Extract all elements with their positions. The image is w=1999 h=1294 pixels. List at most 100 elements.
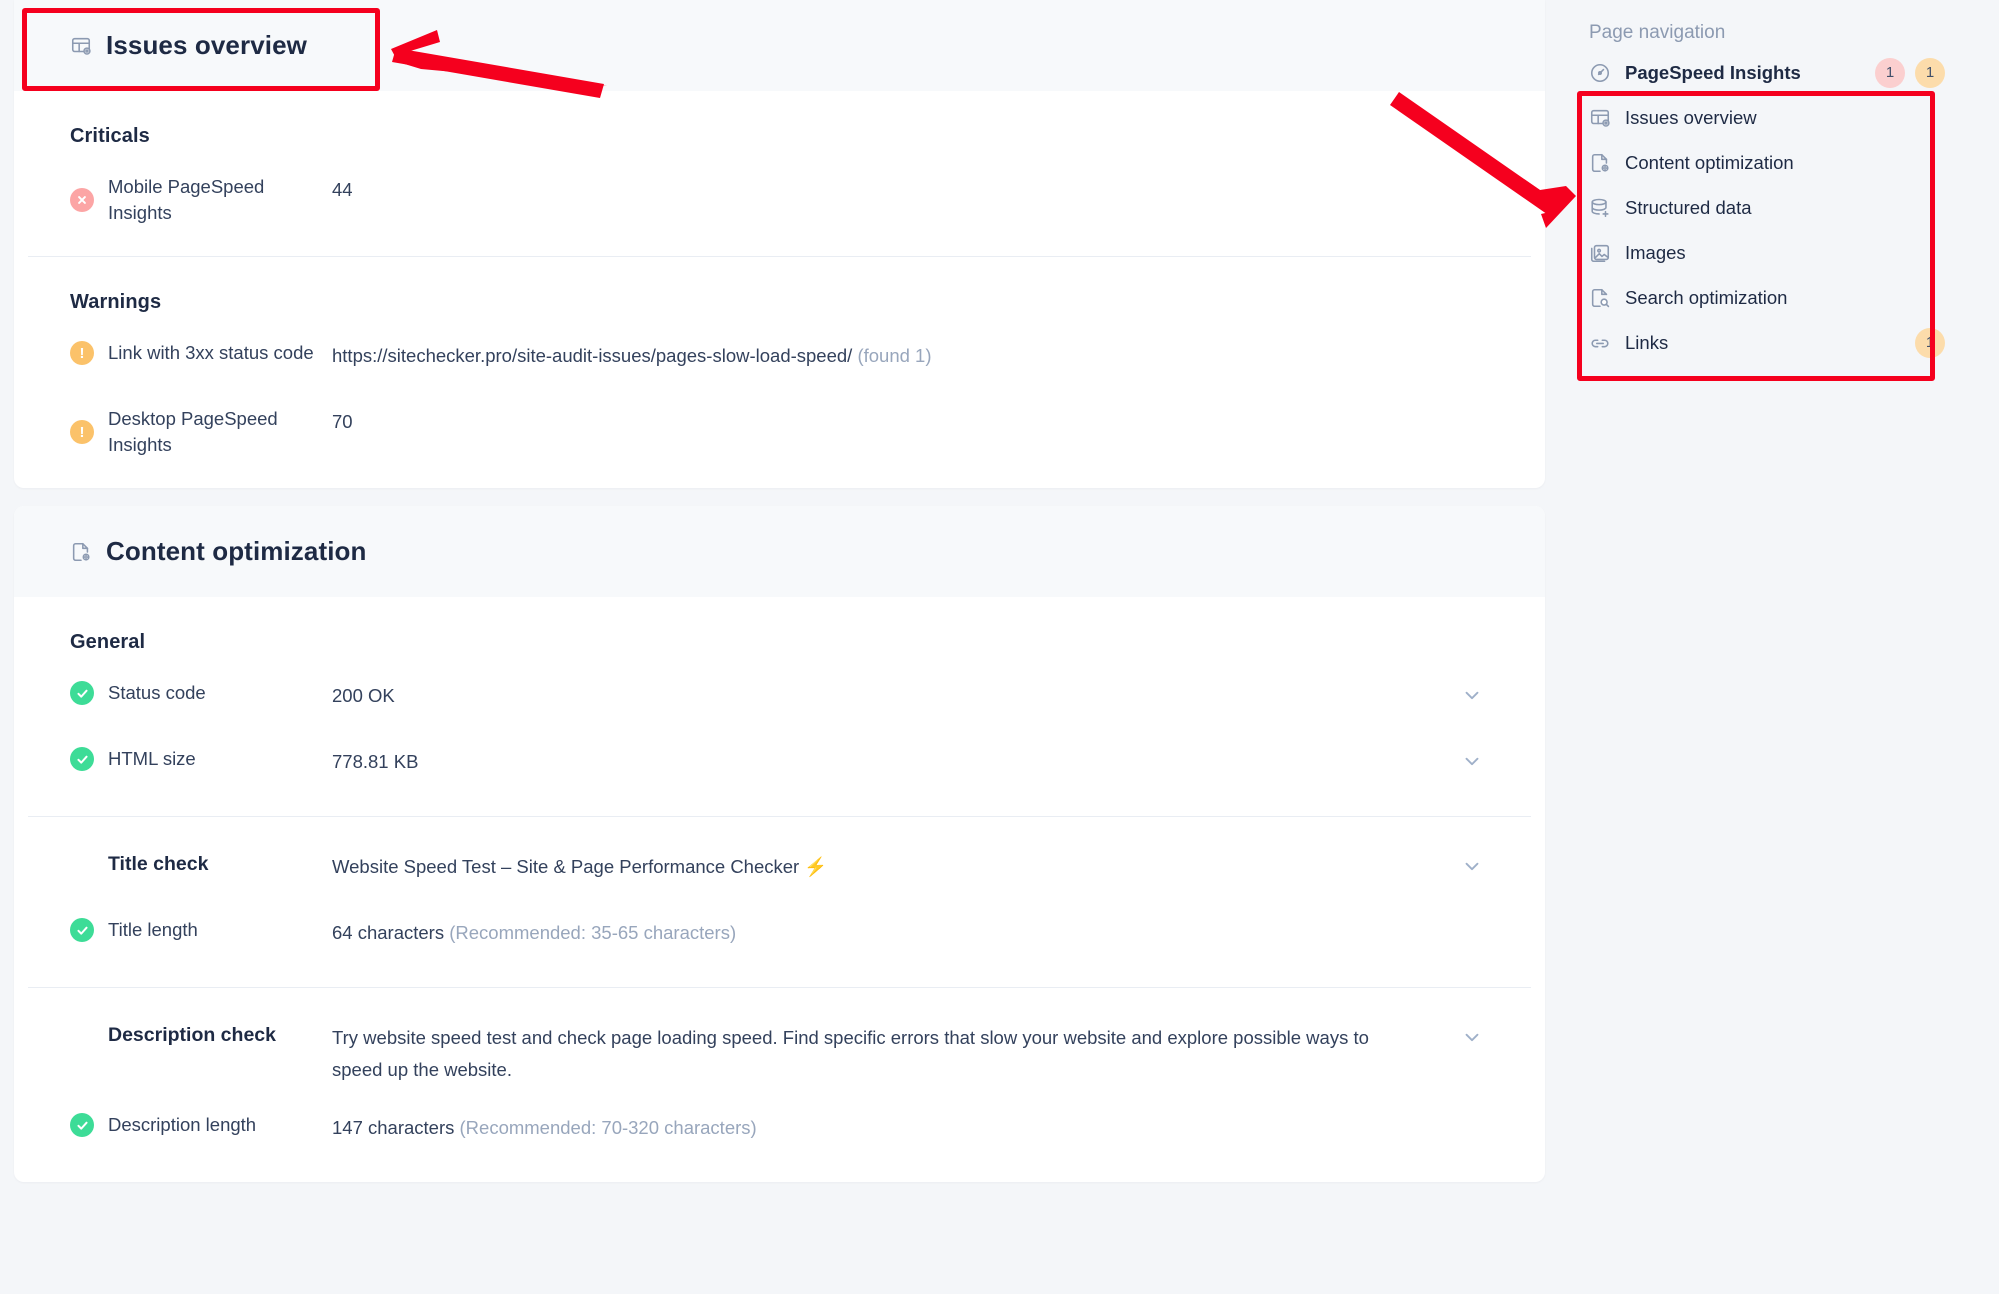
audit-report-page: Issues overview Criticals Mobile PageSpeed… (0, 0, 1999, 1294)
check-row-label-wrap: Title check (70, 851, 332, 877)
check-row-label-wrap: Description length (70, 1112, 332, 1138)
check-row: Description length 147 characters (Recomm… (70, 1112, 1489, 1152)
check-row-value: 64 characters (332, 922, 445, 943)
group-title: General (70, 631, 146, 653)
check-row: ! Desktop PageSpeed Insights 70 (70, 406, 1489, 458)
section-title: Content optimization (106, 536, 367, 566)
sidebar-item-links[interactable]: Links 1 (1583, 320, 1959, 365)
check-row-value-wrap: 147 characters (Recommended: 70-320 char… (332, 1112, 1489, 1144)
issues-overview-icon (70, 35, 92, 57)
check-row-label-wrap: Mobile PageSpeed Insights (70, 174, 332, 226)
page-navigation-sidebar: Page navigation PageSpeed Insights 1 1 Issu… (1559, 0, 1999, 1294)
check-row-value-wrap: 44 (332, 174, 1489, 206)
check-row-value: 200 OK (332, 685, 395, 706)
check-row-value-wrap: 64 characters (Recommended: 35-65 charac… (332, 917, 1489, 949)
section-group: General Status code 200 OK HTML size 778.81 … (14, 597, 1545, 816)
check-row-value: 147 characters (332, 1117, 455, 1138)
critical-status-icon (70, 188, 94, 212)
check-row-label-wrap: ! Desktop PageSpeed Insights (70, 406, 332, 458)
sidebar-item-label: Content optimization (1625, 151, 1794, 173)
check-row-label-wrap: Status code (70, 680, 332, 706)
content-optimization-icon (70, 541, 92, 563)
section-header-content-optimization[interactable]: Content optimization (14, 506, 1545, 597)
no-status-icon (70, 1023, 94, 1047)
check-row-suffix: (Recommended: 35-65 characters) (449, 922, 737, 943)
chevron-down-icon[interactable] (1461, 1026, 1483, 1048)
check-row-label-wrap: Description check (70, 1022, 332, 1048)
database-icon (1589, 197, 1611, 219)
check-row-label: Desktop PageSpeed Insights (108, 408, 278, 455)
check-row-label: Status code (108, 682, 206, 703)
check-row-value: 44 (332, 179, 353, 200)
sidebar-item-badges: 1 (1915, 327, 1945, 358)
sidebar-item-issues-overview[interactable]: Issues overview (1583, 95, 1959, 140)
sidebar-item-pagespeed-insights[interactable]: PageSpeed Insights 1 1 (1583, 50, 1959, 95)
main-content-column: Issues overview Criticals Mobile PageSpeed… (0, 0, 1559, 1294)
check-row-label-wrap: Title length (70, 917, 332, 943)
ok-status-icon (70, 681, 94, 705)
check-row-suffix: (found 1) (857, 345, 932, 366)
speedometer-icon (1589, 62, 1611, 84)
sidebar-item-badges: 11 (1875, 57, 1945, 88)
sidebar-item-label: Structured data (1625, 196, 1752, 218)
check-row-label: Title length (108, 919, 198, 940)
section-group: Description check Try website speed test … (14, 988, 1545, 1182)
check-row-label-wrap: ! Link with 3xx status code (70, 340, 332, 366)
section-card-content-optimization: Content optimization General Status code 20… (14, 506, 1545, 1182)
page-navigation-title: Page navigation (1589, 22, 1726, 43)
check-row: ! Link with 3xx status code https://sitech… (70, 340, 1489, 380)
group-title: Warnings (70, 291, 162, 313)
count-badge: 1 (1875, 57, 1905, 88)
check-row: Title length 64 characters (Recommended: … (70, 917, 1489, 957)
check-row-label-wrap: HTML size (70, 746, 332, 772)
check-row-value-wrap: 778.81 KB (332, 746, 1489, 778)
check-row-value-wrap: 200 OK (332, 680, 1489, 712)
chevron-down-icon[interactable] (1461, 684, 1483, 706)
sidebar-item-images[interactable]: Images (1583, 230, 1959, 275)
ok-status-icon (70, 918, 94, 942)
sidebar-item-structured-data[interactable]: Structured data (1583, 185, 1959, 230)
check-row-link[interactable]: https://sitechecker.pro/site-audit-issue… (332, 345, 852, 366)
chevron-down-icon[interactable] (1461, 855, 1483, 877)
sidebar-item-content-optimization[interactable]: Content optimization (1583, 140, 1959, 185)
ok-status-icon (70, 747, 94, 771)
count-badge: 1 (1915, 327, 1945, 358)
section-header-issues-overview[interactable]: Issues overview (14, 0, 1545, 91)
check-row-value-wrap: 70 (332, 406, 1489, 438)
check-row: Mobile PageSpeed Insights 44 (70, 174, 1489, 226)
sidebar-item-label: Search optimization (1625, 286, 1788, 308)
check-row-label: Description length (108, 1114, 257, 1135)
warning-status-icon: ! (70, 341, 94, 365)
check-row-value: 778.81 KB (332, 751, 419, 772)
section-group: Title check Website Speed Test – Site & P… (14, 817, 1545, 987)
check-row: Title check Website Speed Test – Site & P… (70, 851, 1489, 891)
no-status-icon (70, 852, 94, 876)
check-row: Status code 200 OK (70, 680, 1489, 720)
check-row-value: Website Speed Test – Site & Page Perform… (332, 856, 828, 877)
check-row: HTML size 778.81 KB (70, 746, 1489, 786)
check-row-suffix: (Recommended: 70-320 characters) (459, 1117, 757, 1138)
group-title: Criticals (70, 125, 150, 147)
chevron-down-icon[interactable] (1461, 750, 1483, 772)
count-badge: 1 (1915, 57, 1945, 88)
page-navigation-list: PageSpeed Insights 1 1 Issues overview Conte… (1583, 50, 1959, 365)
check-row-label: Description check (108, 1024, 276, 1046)
link-icon (1589, 332, 1611, 354)
check-row-label: Title check (108, 853, 209, 875)
check-row-label: Mobile PageSpeed Insights (108, 176, 265, 223)
check-row-value: Try website speed test and check page lo… (332, 1027, 1369, 1080)
sidebar-item-label: Links (1625, 331, 1669, 353)
check-row-label: HTML size (108, 748, 196, 769)
check-row-value-wrap: Website Speed Test – Site & Page Perform… (332, 851, 1489, 883)
search-doc-icon (1589, 287, 1611, 309)
ok-status-icon (70, 1113, 94, 1137)
section-card-issues-overview: Issues overview Criticals Mobile PageSpeed… (14, 0, 1545, 488)
sidebar-item-search-optimization[interactable]: Search optimization (1583, 275, 1959, 320)
warning-status-icon: ! (70, 420, 94, 444)
image-icon (1589, 242, 1611, 264)
check-row: Description check Try website speed test … (70, 1022, 1489, 1086)
issues-overview-icon (1589, 107, 1611, 129)
sidebar-item-label: Images (1625, 241, 1686, 263)
check-row-value: 70 (332, 411, 353, 432)
sidebar-item-label: PageSpeed Insights (1625, 61, 1801, 83)
